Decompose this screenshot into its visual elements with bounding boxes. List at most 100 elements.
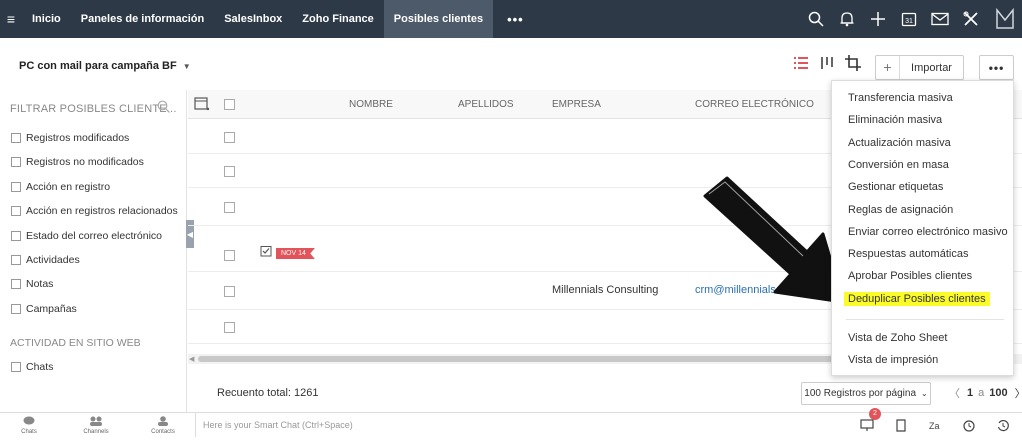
- filter-item[interactable]: Chats: [11, 361, 53, 373]
- column-header[interactable]: NOMBRE: [349, 99, 393, 110]
- chat-icon: [4, 416, 54, 428]
- alarm-icon[interactable]: [952, 413, 986, 437]
- menu-item-deduplicar[interactable]: Deduplicar Posibles clientes: [844, 292, 990, 306]
- contacts-button[interactable]: Contacts: [138, 416, 188, 435]
- smart-chat-bar: Chats Channels Contacts Here is your Sma…: [0, 408, 1022, 446]
- checkbox[interactable]: [11, 304, 21, 314]
- checkbox[interactable]: [11, 157, 21, 167]
- row-checkbox[interactable]: [224, 250, 235, 261]
- checkbox[interactable]: [11, 255, 21, 265]
- columns-icon[interactable]: [194, 97, 210, 114]
- page-separator: a: [978, 387, 985, 399]
- page-to: 100: [989, 387, 1008, 399]
- avatar[interactable]: [988, 0, 1022, 38]
- chats-button[interactable]: Chats: [4, 416, 54, 435]
- bell-icon[interactable]: [833, 0, 861, 38]
- menu-item-impresion[interactable]: Vista de impresión: [848, 354, 938, 366]
- menu-item-etiquetas[interactable]: Gestionar etiquetas: [848, 181, 943, 193]
- filter-item[interactable]: Estado del correo electrónico: [11, 230, 162, 242]
- nav-zoho-finance[interactable]: Zoho Finance: [292, 0, 384, 38]
- svg-text:Za: Za: [929, 421, 940, 431]
- plus-icon[interactable]: [864, 0, 892, 38]
- contacts-icon: [138, 416, 188, 428]
- checkbox[interactable]: [11, 279, 21, 289]
- more-actions-button[interactable]: •••: [979, 55, 1014, 80]
- filter-title: FILTRAR POSIBLES CLIENTE...: [10, 103, 177, 115]
- smart-chat-input[interactable]: Here is your Smart Chat (Ctrl+Space): [195, 413, 845, 437]
- filter-item[interactable]: Notas: [11, 278, 53, 290]
- pagination: 〈 1 a 100 〉: [945, 385, 1022, 401]
- translate-icon[interactable]: Za: [918, 413, 952, 437]
- menu-item-reglas[interactable]: Reglas de asignación: [848, 204, 953, 216]
- page-from: 1: [967, 387, 974, 399]
- history-icon[interactable]: [986, 413, 1020, 437]
- next-page-icon[interactable]: 〉: [1015, 385, 1022, 401]
- cell-empresa: Millennials Consulting: [552, 284, 659, 296]
- list-view-icon[interactable]: [790, 54, 812, 72]
- menu-divider: [846, 319, 1004, 320]
- kanban-view-icon[interactable]: [816, 54, 838, 72]
- mail-icon[interactable]: [926, 0, 954, 38]
- filter-item[interactable]: Registros no modificados: [11, 156, 144, 168]
- filter-item[interactable]: Registros modificados: [11, 132, 129, 144]
- calendar-icon[interactable]: 31: [895, 0, 923, 38]
- row-checkbox[interactable]: [224, 166, 235, 177]
- note-icon[interactable]: [884, 413, 918, 437]
- filter-item[interactable]: Acción en registros relacionados: [11, 205, 178, 217]
- search-icon[interactable]: [802, 0, 830, 38]
- chevron-down-icon: ⌄: [921, 389, 928, 398]
- menu-item-correo-masivo[interactable]: Enviar correo electrónico masivo: [848, 226, 1008, 238]
- checkbox[interactable]: [11, 133, 21, 143]
- more-actions-menu: Transferencia masiva Eliminación masiva …: [831, 80, 1014, 376]
- channels-icon: [71, 416, 121, 428]
- date-tag: NOV 14: [276, 248, 315, 259]
- prev-page-icon[interactable]: 〈: [949, 385, 960, 401]
- nav-salesinbox[interactable]: SalesInbox: [214, 0, 292, 38]
- menu-item-aprobar[interactable]: Aprobar Posibles clientes: [848, 270, 972, 282]
- filter-item[interactable]: Acción en registro: [11, 181, 110, 193]
- filter-item[interactable]: Actividades: [11, 254, 80, 266]
- filter-sidebar: FILTRAR POSIBLES CLIENTE... Registros mo…: [0, 90, 187, 412]
- menu-icon[interactable]: ≡: [0, 0, 22, 38]
- checkbox[interactable]: [11, 182, 21, 192]
- list-footer: Recuento total: 1261 100 Registros por p…: [188, 376, 1022, 412]
- checkbox[interactable]: [11, 206, 21, 216]
- nav-more-button[interactable]: •••: [493, 12, 538, 27]
- row-checkbox[interactable]: [224, 132, 235, 143]
- section-title: ACTIVIDAD EN SITIO WEB: [10, 337, 141, 349]
- scrollbar-thumb[interactable]: [198, 356, 838, 362]
- channels-button[interactable]: Channels: [71, 416, 121, 435]
- row-checkbox[interactable]: [224, 286, 235, 297]
- arrow-left-icon[interactable]: ◀: [189, 355, 194, 363]
- select-all-checkbox[interactable]: [224, 99, 235, 110]
- import-button[interactable]: + Importar: [875, 55, 964, 80]
- row-checkbox[interactable]: [224, 202, 235, 213]
- search-icon[interactable]: [157, 100, 170, 116]
- checkbox[interactable]: [11, 231, 21, 241]
- chevron-down-icon: ▼: [182, 62, 191, 71]
- crop-icon[interactable]: [842, 54, 864, 72]
- menu-item-respuestas[interactable]: Respuestas automáticas: [848, 248, 968, 260]
- menu-item-eliminacion[interactable]: Eliminación masiva: [848, 114, 942, 126]
- menu-item-conversion[interactable]: Conversión en masa: [848, 159, 949, 171]
- menu-item-zoho-sheet[interactable]: Vista de Zoho Sheet: [848, 332, 947, 344]
- notification-badge: 2: [869, 408, 881, 420]
- total-count: Recuento total: 1261: [217, 387, 319, 399]
- filter-item[interactable]: Campañas: [11, 303, 77, 315]
- menu-item-actualizacion[interactable]: Actualización masiva: [848, 137, 951, 149]
- row-checkbox[interactable]: [224, 322, 235, 333]
- view-selector[interactable]: PC con mail para campaña BF ▼: [19, 60, 191, 72]
- nav-inicio[interactable]: Inicio: [22, 0, 71, 38]
- nav-posibles-clientes[interactable]: Posibles clientes: [383, 0, 494, 38]
- menu-item-transferencia[interactable]: Transferencia masiva: [848, 92, 953, 104]
- svg-text:31: 31: [905, 18, 913, 25]
- column-header[interactable]: EMPRESA: [552, 99, 601, 110]
- tools-icon[interactable]: [957, 0, 985, 38]
- nav-paneles[interactable]: Paneles de información: [71, 0, 214, 38]
- notifications-icon[interactable]: 2: [850, 408, 884, 437]
- column-header[interactable]: APELLIDOS: [458, 99, 514, 110]
- top-nav: ≡ Inicio Paneles de información SalesInb…: [0, 0, 1022, 38]
- column-header[interactable]: CORREO ELECTRÓNICO: [695, 99, 814, 110]
- checkbox[interactable]: [11, 362, 21, 372]
- per-page-select[interactable]: 100 Registros por página ⌄: [801, 382, 931, 405]
